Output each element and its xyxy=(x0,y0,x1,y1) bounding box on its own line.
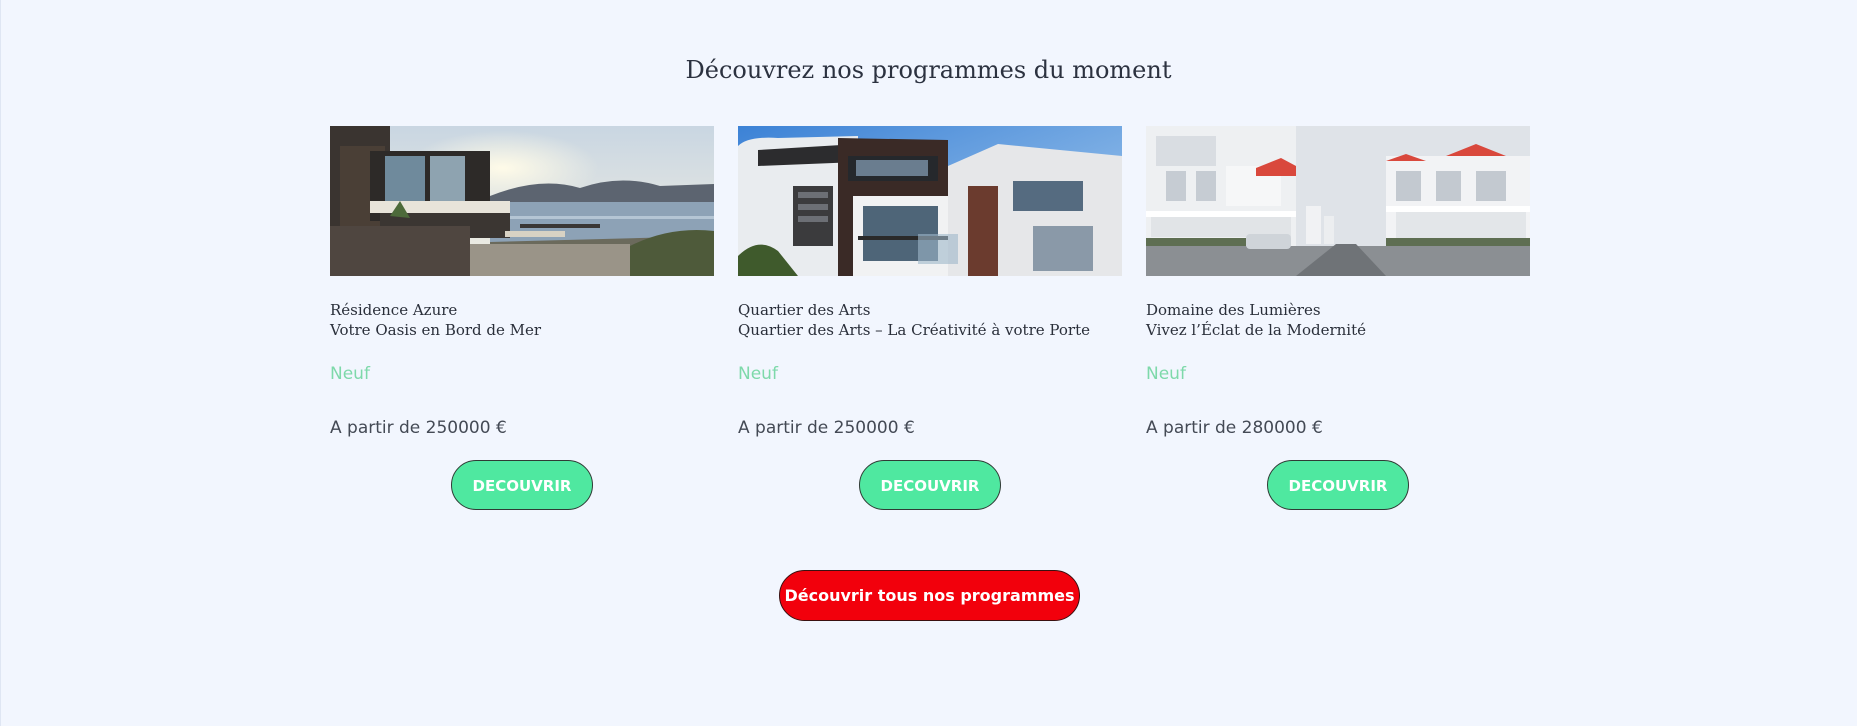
program-cards: Résidence Azure Votre Oasis en Bord de M… xyxy=(330,126,1530,510)
program-price: A partir de 250000 € xyxy=(330,418,507,438)
program-status: Neuf xyxy=(738,364,778,384)
program-tagline: Votre Oasis en Bord de Mer xyxy=(330,321,542,339)
modern-house-photo[interactable] xyxy=(738,126,1122,276)
program-tagline: Vivez l’Éclat de la Modernité xyxy=(1146,321,1366,339)
program-name: Quartier des Arts xyxy=(738,301,871,319)
program-card: Domaine des Lumières Vivez l’Éclat de la… xyxy=(1146,126,1530,510)
program-name: Résidence Azure xyxy=(330,301,458,319)
program-price: A partir de 250000 € xyxy=(738,418,915,438)
discover-button[interactable]: DECOUVRIR xyxy=(1267,460,1409,510)
section-title: Découvrez nos programmes du moment xyxy=(685,56,1172,84)
white-villas-street-photo[interactable] xyxy=(1146,126,1530,276)
all-programs-button[interactable]: Découvrir tous nos programmes xyxy=(779,570,1080,621)
seaside-villa-photo[interactable] xyxy=(330,126,714,276)
discover-button[interactable]: DECOUVRIR xyxy=(859,460,1001,510)
program-status: Neuf xyxy=(330,364,370,384)
discover-button[interactable]: DECOUVRIR xyxy=(451,460,593,510)
program-card: Résidence Azure Votre Oasis en Bord de M… xyxy=(330,126,714,510)
program-status: Neuf xyxy=(1146,364,1186,384)
program-price: A partir de 280000 € xyxy=(1146,418,1323,438)
page-left-border xyxy=(0,0,1,726)
program-card: Quartier des Arts Quartier des Arts – La… xyxy=(738,126,1122,510)
program-tagline: Quartier des Arts – La Créativité à votr… xyxy=(738,321,1090,339)
program-name: Domaine des Lumières xyxy=(1146,301,1321,319)
